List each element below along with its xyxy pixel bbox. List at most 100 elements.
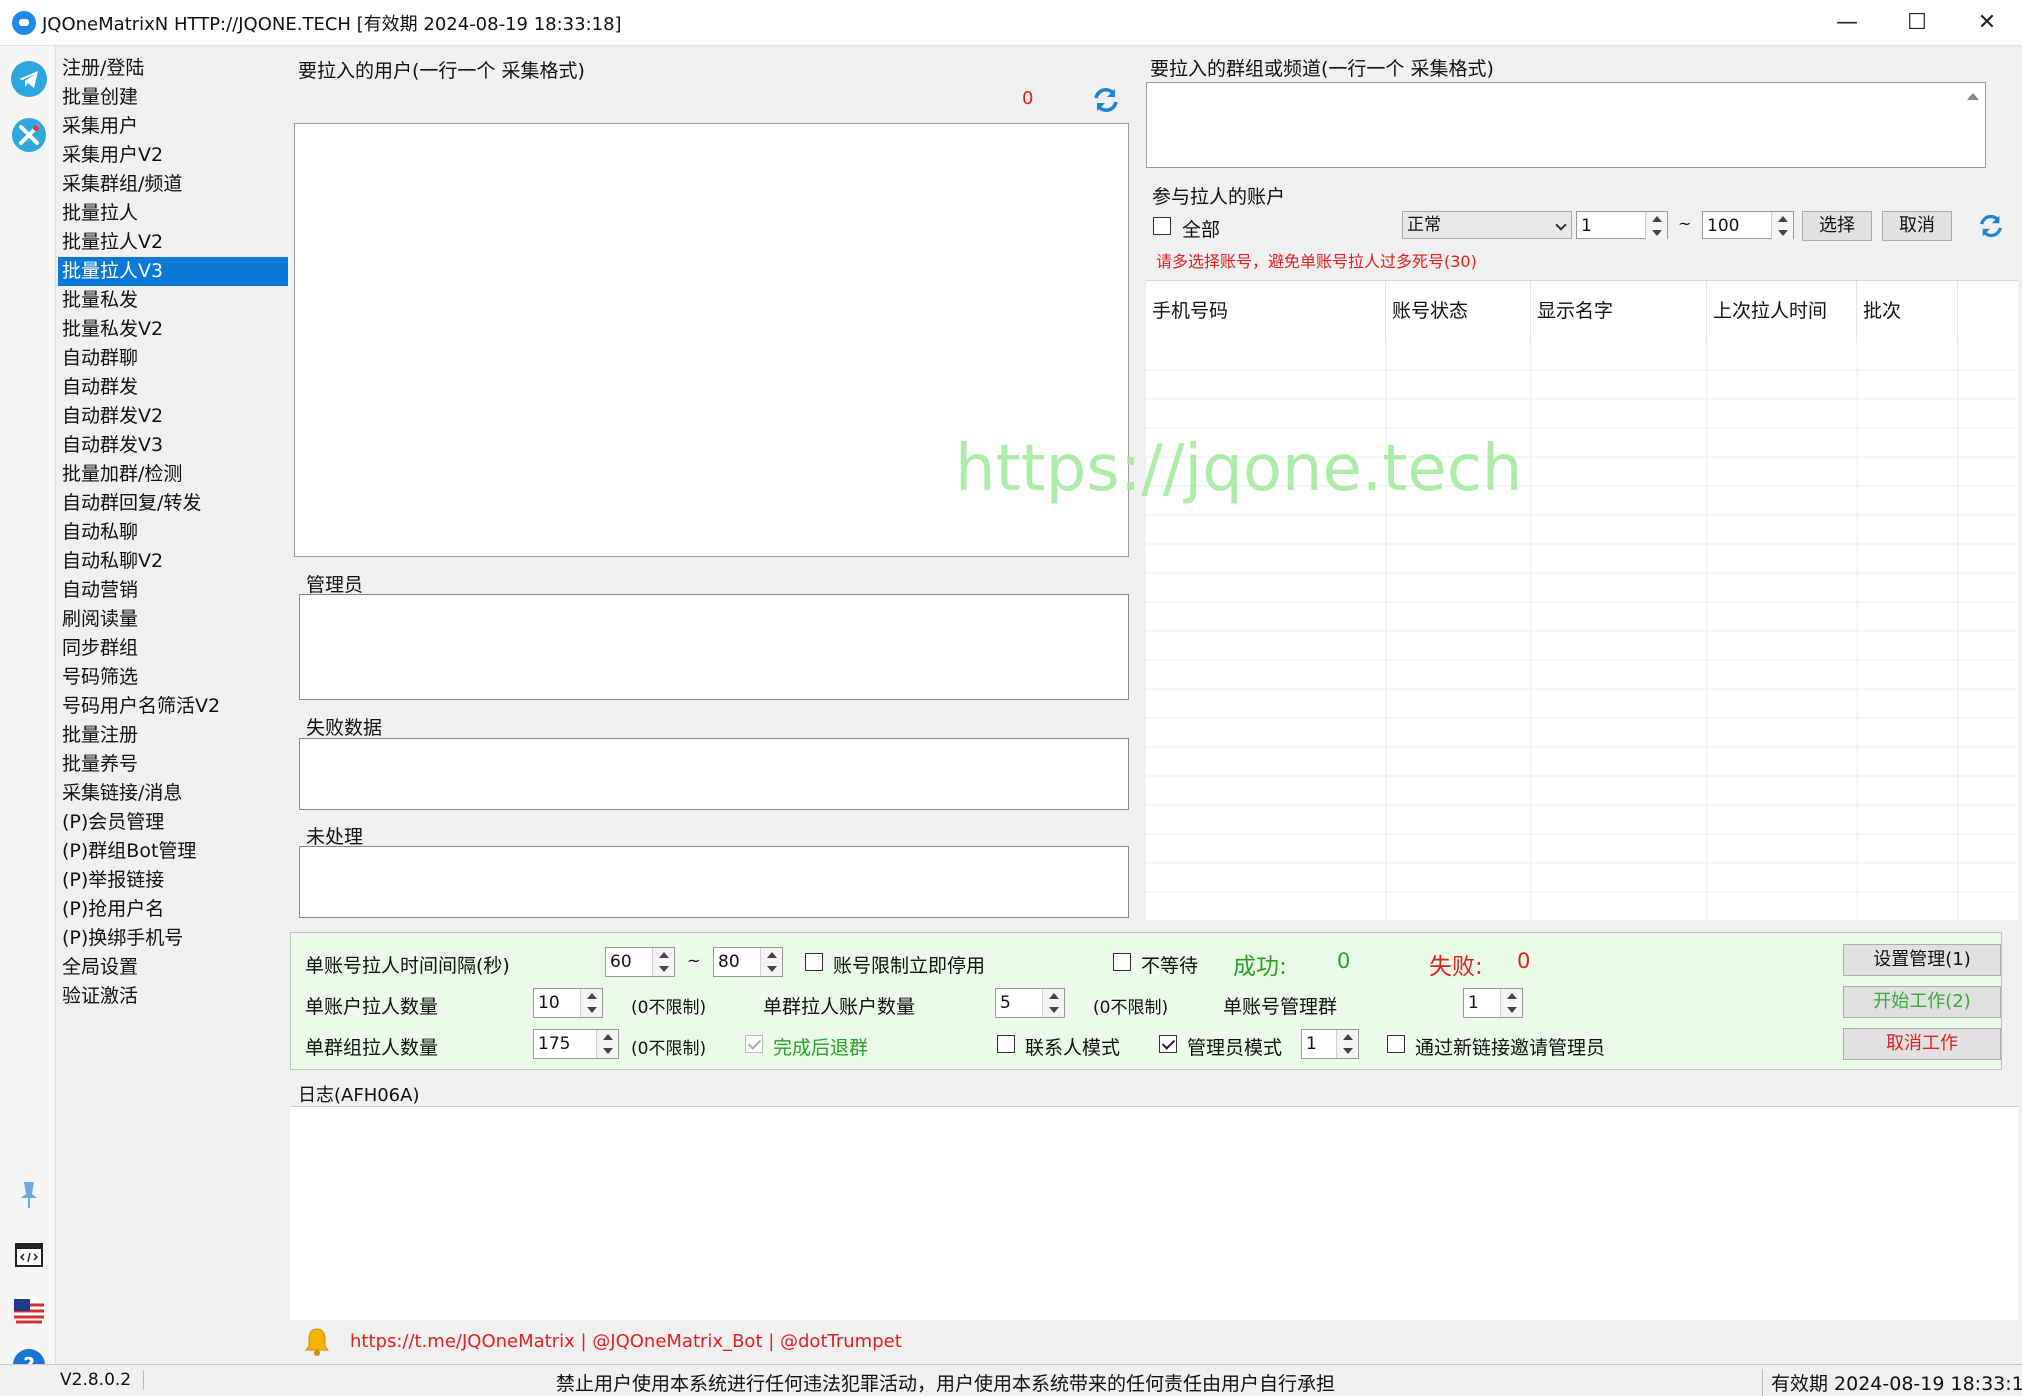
admin-mode-stepper[interactable]: 1 [1301,1029,1359,1059]
interval-tilde: ~ [687,951,701,970]
pin-icon[interactable] [10,1176,48,1214]
leave-after-label: 完成后退群 [773,1037,869,1059]
stepper-arrows-icon[interactable] [760,948,782,976]
telegram-icon[interactable] [10,60,48,98]
chevron-down-icon [1555,219,1567,231]
stepper-arrows-icon[interactable] [1771,212,1793,240]
nav-item[interactable]: 批量创建 [58,83,288,112]
nav-item[interactable]: 批量养号 [58,750,288,779]
nav-item[interactable]: 采集用户 [58,112,288,141]
admin-mode-checkbox[interactable] [1159,1035,1177,1053]
per-account-stepper[interactable]: 10 [533,988,603,1018]
nav-item[interactable]: (P)群组Bot管理 [58,837,288,866]
nav-item[interactable]: 自动群发V3 [58,431,288,460]
range-from-stepper[interactable]: 1 [1576,211,1668,240]
nav-item[interactable]: 批量注册 [58,721,288,750]
minimize-button[interactable]: — [1812,0,1882,46]
users-count: 0 [1022,88,1034,109]
nav-item[interactable]: (P)换绑手机号 [58,924,288,953]
per-group-stepper[interactable]: 175 [533,1029,619,1059]
nav-item[interactable]: 批量拉人V3 [58,257,288,286]
refresh-accounts-icon[interactable] [1978,213,2004,239]
stepper-arrows-icon[interactable] [580,989,602,1017]
settings-admin-button[interactable]: 设置管理(1) [1843,944,2001,976]
refresh-users-icon[interactable] [1092,86,1120,114]
cancel-selection-button[interactable]: 取消 [1882,211,1952,241]
stepper-arrows-icon[interactable] [596,1030,618,1058]
nav-item[interactable]: 自动私聊 [58,518,288,547]
nav-item[interactable]: 采集群组/频道 [58,170,288,199]
select-accounts-button[interactable]: 选择 [1802,211,1872,241]
nav-item[interactable]: 批量私发 [58,286,288,315]
select-all-checkbox[interactable] [1153,217,1171,235]
no-wait-checkbox[interactable] [1113,953,1131,971]
nav-item[interactable]: 号码筛选 [58,663,288,692]
admin-textarea[interactable] [299,594,1129,700]
close-button[interactable]: ✕ [1952,0,2022,46]
scroll-up-arrow-icon[interactable] [1967,93,1979,100]
admin-group-stepper[interactable]: 1 [1463,988,1523,1018]
nav-item[interactable]: 采集用户V2 [58,141,288,170]
stop-on-limit-checkbox[interactable] [805,953,823,971]
nav-item[interactable]: 批量拉人V2 [58,228,288,257]
no-limit-hint-3: (0不限制) [631,1039,707,1059]
nav-item[interactable]: 批量加群/检测 [58,460,288,489]
nav-item[interactable]: 批量拉人 [58,199,288,228]
legal-notice-text: 禁止用户使用本系统进行任何违法犯罪活动，用户使用本系统带来的任何责任由用户自行承… [556,1373,1336,1395]
per-group-accounts-stepper[interactable]: 5 [995,988,1065,1018]
cancel-work-button[interactable]: 取消工作 [1843,1028,2001,1060]
success-count: 0 [1337,949,1351,973]
unprocessed-textarea[interactable] [299,846,1129,918]
contact-mode-checkbox[interactable] [997,1035,1015,1053]
failed-data-textarea[interactable] [299,738,1129,810]
tools-icon[interactable] [10,116,48,154]
col-phone[interactable]: 手机号码 [1146,281,1386,341]
range-to-stepper[interactable]: 100 [1702,211,1794,240]
stepper-arrows-icon[interactable] [1645,212,1667,240]
nav-item[interactable]: 号码用户名筛活V2 [58,692,288,721]
nav-item[interactable]: 自动群聊 [58,344,288,373]
fail-label: 失败: [1429,954,1483,980]
col-last-pull-time[interactable]: 上次拉人时间 [1707,281,1857,341]
start-work-button[interactable]: 开始工作(2) [1843,986,2001,1018]
nav-item[interactable]: 自动群发 [58,373,288,402]
select-all-label: 全部 [1182,219,1221,241]
accounts-label: 参与拉人的账户 [1152,186,1286,208]
nav-item[interactable]: 刷阅读量 [58,605,288,634]
code-icon[interactable] [10,1236,48,1274]
footer-links[interactable]: https://t.me/JQOneMatrix | @JQOneMatrix_… [350,1331,902,1352]
nav-item[interactable]: (P)抢用户名 [58,895,288,924]
col-status[interactable]: 账号状态 [1386,281,1531,341]
stepper-arrows-icon[interactable] [1336,1030,1358,1058]
per-group-accounts-value: 5 [1000,993,1011,1013]
nav-item[interactable]: 自动群回复/转发 [58,489,288,518]
nav-item[interactable]: 采集链接/消息 [58,779,288,808]
stepper-arrows-icon[interactable] [1500,989,1522,1017]
invite-via-link-checkbox[interactable] [1387,1035,1405,1053]
nav-item[interactable]: 自动群发V2 [58,402,288,431]
nav-item[interactable]: (P)举报链接 [58,866,288,895]
nav-item[interactable]: 自动私聊V2 [58,547,288,576]
log-textarea[interactable] [290,1106,2018,1320]
nav-item[interactable]: (P)会员管理 [58,808,288,837]
stepper-arrows-icon[interactable] [652,948,674,976]
col-batch[interactable]: 批次 [1857,281,1958,341]
nav-item[interactable]: 批量私发V2 [58,315,288,344]
nav-item[interactable]: 验证激活 [58,982,288,1011]
us-flag-icon[interactable] [10,1292,48,1330]
col-display-name[interactable]: 显示名字 [1531,281,1707,341]
maximize-button[interactable]: ☐ [1882,0,1952,46]
accounts-table-header: 手机号码 账号状态 显示名字 上次拉人时间 批次 [1146,281,2018,341]
leave-after-checkbox[interactable] [745,1035,763,1053]
nav-item[interactable]: 自动营销 [58,576,288,605]
interval-from-stepper[interactable]: 60 [605,947,675,977]
groups-input-textarea[interactable] [1146,82,1986,168]
interval-to-stepper[interactable]: 80 [713,947,783,977]
accounts-table[interactable]: 手机号码 账号状态 显示名字 上次拉人时间 批次 [1146,280,2018,921]
account-warning-text: 请多选择账号，避免单账号拉人过多死号(30) [1156,252,1477,271]
nav-item[interactable]: 全局设置 [58,953,288,982]
nav-item[interactable]: 注册/登陆 [58,54,288,83]
status-select[interactable]: 正常 [1402,211,1572,239]
stepper-arrows-icon[interactable] [1042,989,1064,1017]
nav-item[interactable]: 同步群组 [58,634,288,663]
